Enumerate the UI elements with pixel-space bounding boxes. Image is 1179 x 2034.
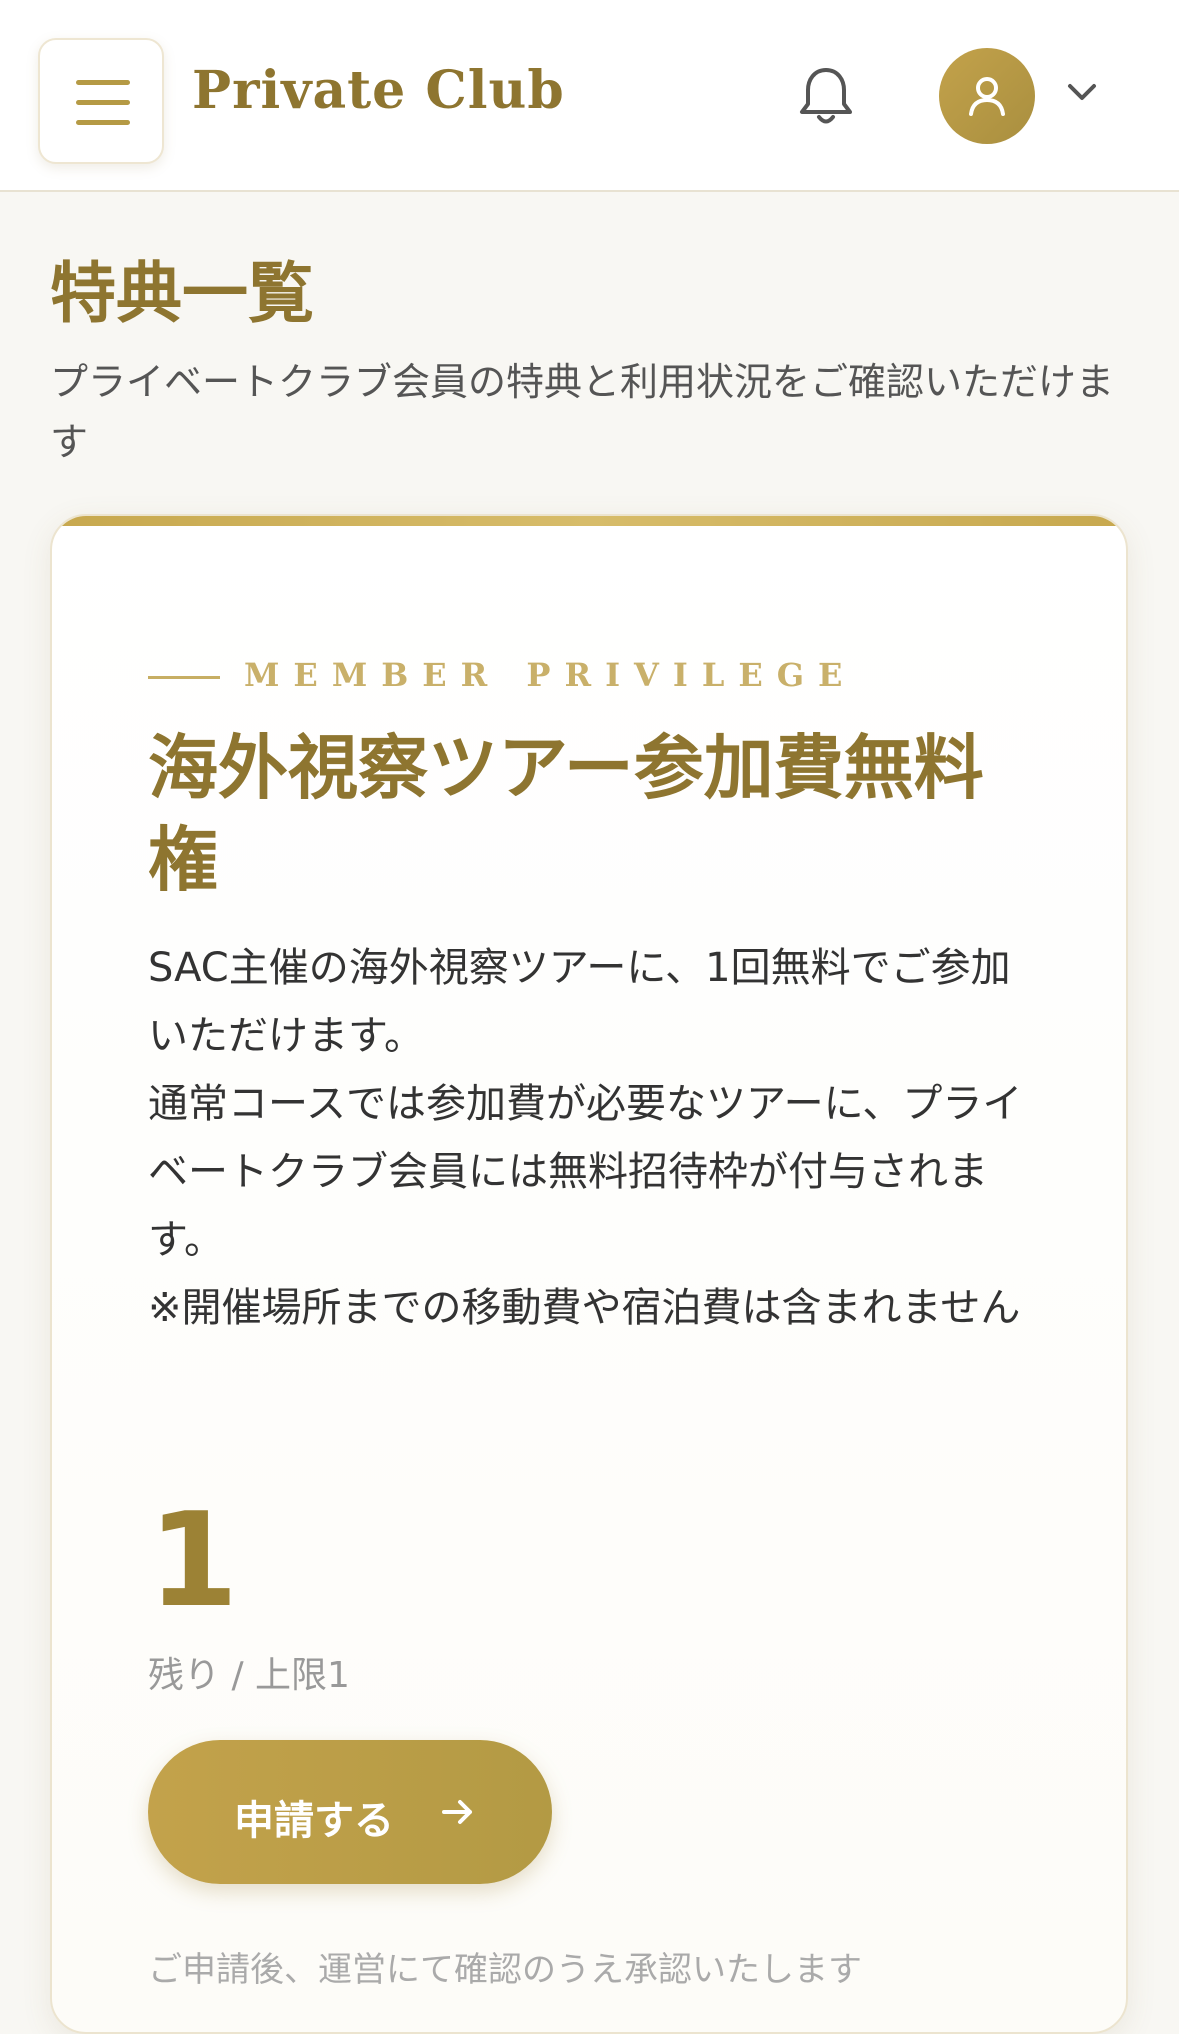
privilege-description: SAC主催の海外視察ツアーに、1回無料でご参加いただけます。 通常コースでは参加… (148, 945, 1023, 1331)
user-icon (969, 77, 1005, 116)
hamburger-line (76, 120, 130, 125)
apply-button-label: 申請する (234, 1798, 394, 1844)
card-accent-bar (52, 516, 1126, 526)
remaining-label: 残り / 上限1 (148, 1655, 350, 1696)
privilege-eyebrow: MEMBER PRIVILEGE (244, 656, 857, 694)
menu-button[interactable] (38, 38, 164, 164)
hamburger-line (76, 100, 130, 105)
apply-button[interactable]: 申請する (148, 1740, 552, 1884)
remaining-count: 1 (148, 1484, 239, 1636)
privilege-card: MEMBER PRIVILEGE 海外視察ツアー参加費無料権 SAC主催の海外視… (50, 514, 1128, 2034)
arrow-right-icon (442, 1800, 472, 1824)
bell-icon[interactable] (796, 64, 856, 128)
page-subtitle: プライベートクラブ会員の特典と利用状況をご確認いただけます (50, 360, 1115, 464)
eyebrow-divider (148, 676, 220, 679)
chevron-down-icon[interactable] (1064, 80, 1100, 104)
apply-note: ご申請後、運営にて確認のうえ承認いたします (148, 1950, 862, 1990)
app-header: Private Club (0, 0, 1179, 192)
avatar[interactable] (939, 48, 1035, 144)
brand-title: Private Club (192, 60, 565, 121)
page-title: 特典一覧 (50, 255, 314, 332)
privilege-title: 海外視察ツアー参加費無料権 (148, 727, 984, 901)
hamburger-icon (76, 80, 130, 85)
